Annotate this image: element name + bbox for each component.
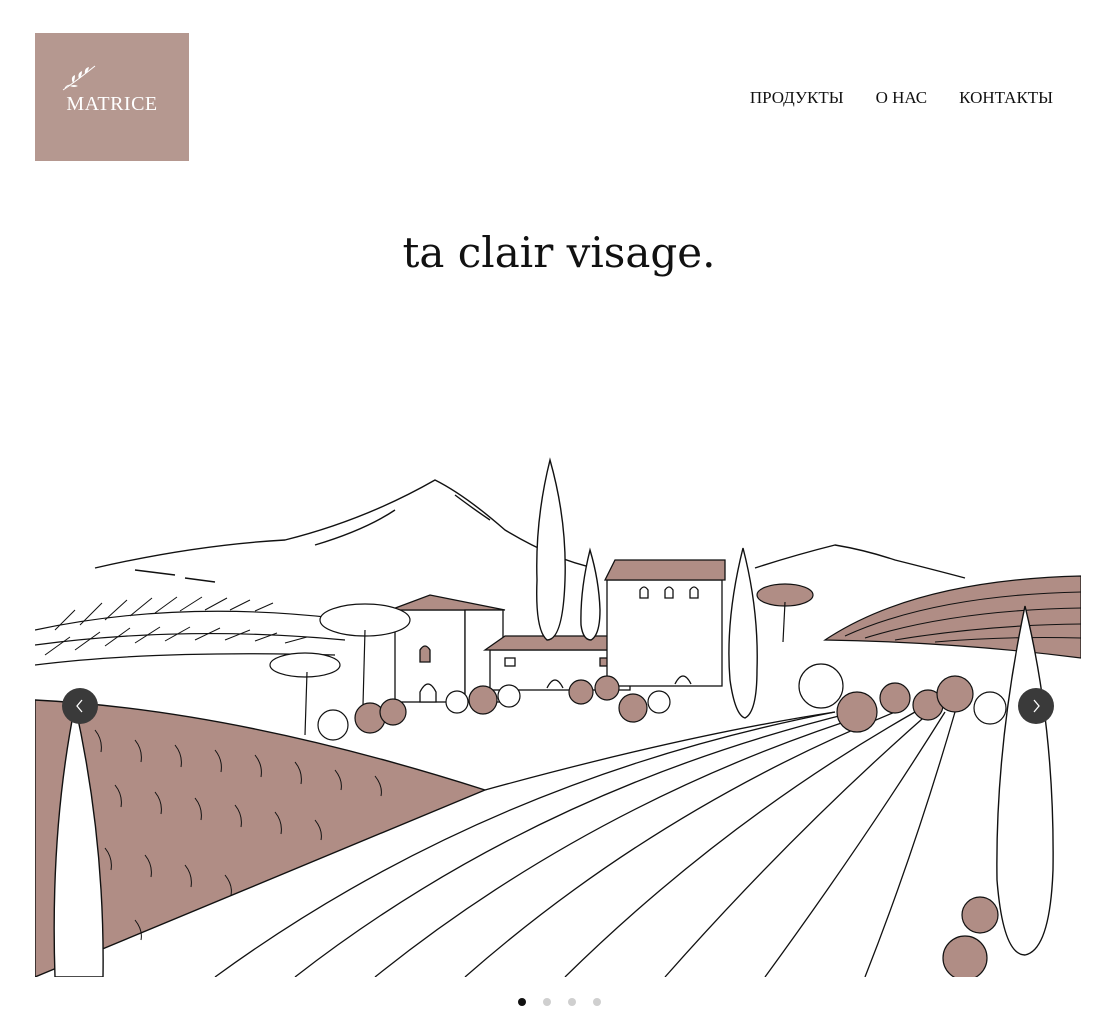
chevron-right-icon (1033, 699, 1040, 713)
slider-pagination (0, 998, 1118, 1006)
logo[interactable]: MATRICE (35, 33, 189, 161)
slider-dot-4[interactable] (592, 998, 601, 1006)
chevron-left-icon (76, 699, 83, 713)
slider-dot-3[interactable] (567, 998, 576, 1006)
nav-item-products[interactable]: ПРОДУКТЫ (750, 88, 844, 108)
slider-dot-2[interactable] (542, 998, 551, 1006)
tuscan-landscape-illustration (35, 457, 1081, 977)
nav-item-contacts[interactable]: КОНТАКТЫ (959, 88, 1053, 108)
nav-item-about[interactable]: О НАС (876, 88, 928, 108)
hero-headline: ta clair visage. (402, 228, 716, 277)
main-nav: ПРОДУКТЫ О НАС КОНТАКТЫ (750, 88, 1053, 108)
hero-slider[interactable] (35, 450, 1081, 977)
logo-text: MATRICE (66, 93, 158, 115)
olive-branch-icon (62, 65, 96, 91)
slider-prev-button[interactable] (62, 688, 98, 724)
slider-dot-1[interactable] (517, 998, 526, 1006)
slider-next-button[interactable] (1018, 688, 1054, 724)
